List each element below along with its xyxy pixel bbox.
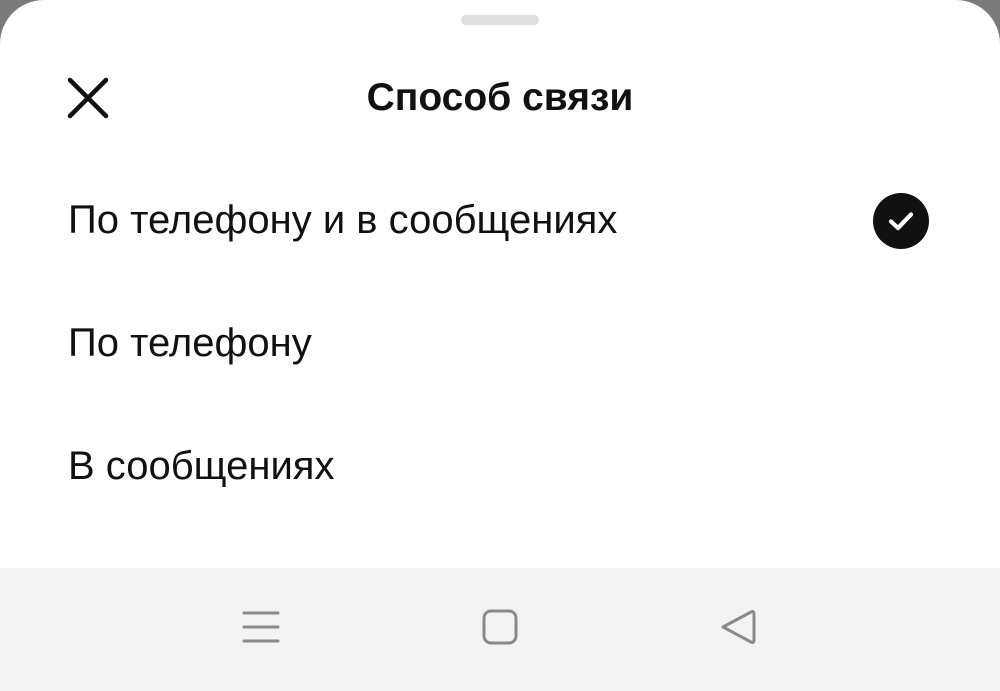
option-phone-and-messages[interactable]: По телефону и в сообщениях (0, 165, 1000, 275)
sheet-drag-handle[interactable] (461, 15, 539, 25)
option-label: По телефону и в сообщениях (68, 198, 618, 242)
nav-menu-button[interactable] (226, 594, 296, 664)
option-label: В сообщениях (68, 444, 335, 488)
check-circle-icon (873, 193, 929, 249)
nav-back-button[interactable] (703, 594, 773, 664)
system-navigation-bar (0, 568, 1000, 691)
sheet-title: Способ связи (366, 76, 634, 119)
option-phone[interactable]: По телефону (0, 288, 1000, 398)
home-square-icon (480, 607, 520, 652)
back-triangle-icon (718, 607, 758, 652)
menu-icon (241, 607, 281, 652)
option-messages[interactable]: В сообщениях (0, 411, 1000, 521)
nav-home-button[interactable] (465, 594, 535, 664)
option-label: По телефону (68, 321, 312, 365)
bottom-sheet: Способ связи По телефону и в сообщениях … (0, 0, 1000, 568)
